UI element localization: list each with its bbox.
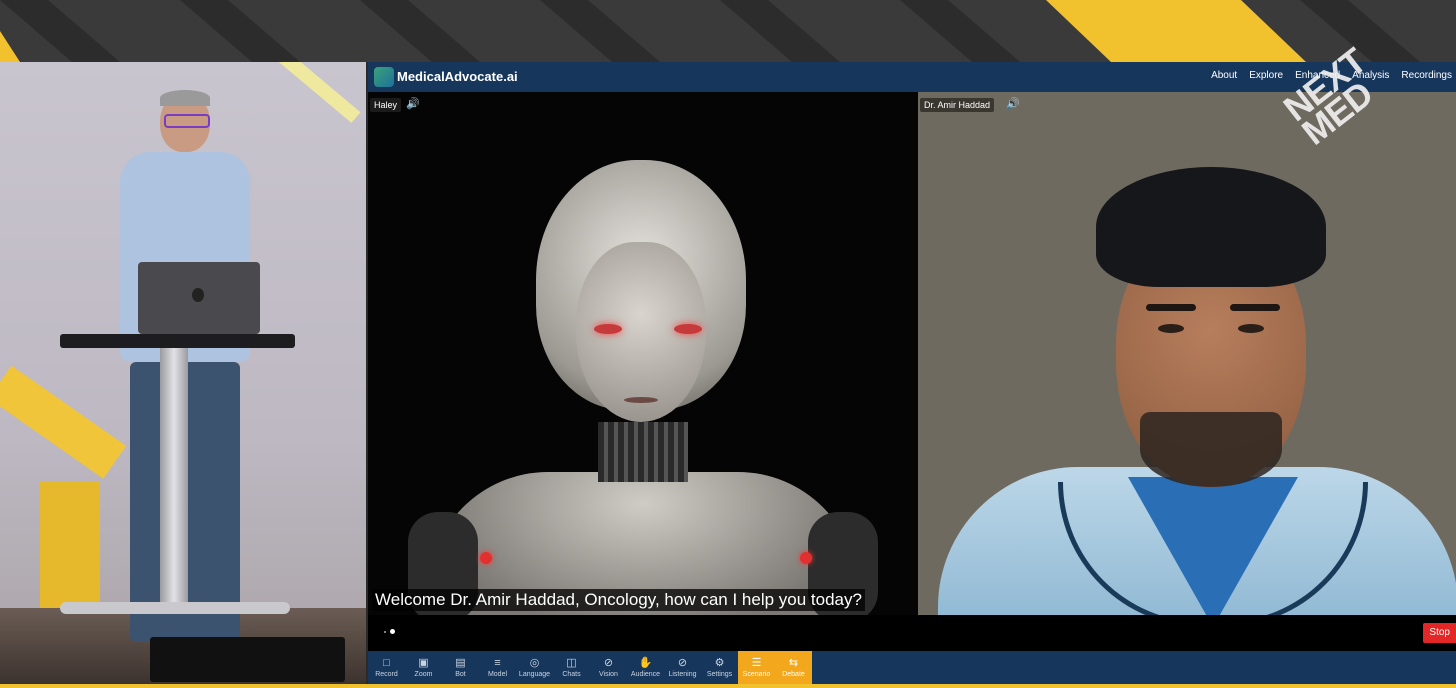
hand-icon: ✋ <box>638 657 653 669</box>
subtitle-caption: Welcome Dr. Amir Haddad, Oncology, how c… <box>372 589 865 611</box>
toolbar-model-button[interactable]: ≡ Model <box>479 651 516 684</box>
robot-eye <box>674 324 702 334</box>
banner-accent <box>1046 0 1306 62</box>
nav-recordings[interactable]: Recordings <box>1401 70 1452 81</box>
podium-pole <box>160 348 188 608</box>
toolbar-label: Settings <box>706 671 733 678</box>
page-dot[interactable] <box>384 631 386 633</box>
speaker-icon[interactable]: 🔊 <box>406 98 420 110</box>
toolbar-scenario-button[interactable]: ☰ Scenario <box>738 651 775 684</box>
banner-chevron <box>360 0 480 62</box>
presenter-hair <box>160 90 210 106</box>
toolbar-label: Vision <box>599 671 618 678</box>
toolbar-label: Debate <box>782 671 805 678</box>
avatar-pane-haley: Haley 🔊 Welcome Dr. Amir Haddad, Oncolog… <box>368 92 918 615</box>
banner-chevron <box>540 0 660 62</box>
toolbar-zoom-button[interactable]: ▣ Zoom <box>405 651 442 684</box>
toolbar-label: Language <box>518 671 551 678</box>
podium-top <box>60 334 295 348</box>
laptop-logo-icon <box>192 288 204 302</box>
app-window: MedicalAdvocate.ai About Explore Enhance… <box>368 40 1456 688</box>
toolbar-record-button[interactable]: □ Record <box>368 651 405 684</box>
bot-icon: ▤ <box>455 657 466 669</box>
avatar-name-label: Haley <box>370 98 402 112</box>
nav-explore[interactable]: Explore <box>1249 70 1283 81</box>
doctor-brow <box>1230 304 1280 311</box>
toolbar-debate-button[interactable]: ⇆ Debate <box>775 651 812 684</box>
toolbar-settings-button[interactable]: ⚙ Settings <box>701 651 738 684</box>
stage-stripe <box>0 365 127 479</box>
toolbar-bot-button[interactable]: ▤ Bot <box>442 651 479 684</box>
app-logo-icon[interactable] <box>374 67 394 87</box>
doctor-brow <box>1146 304 1196 311</box>
toolbar-vision-button[interactable]: ⊘ Vision <box>590 651 627 684</box>
avatar-name-label: Dr. Amir Haddad <box>920 98 995 112</box>
toolbar-label: Model <box>487 671 508 678</box>
doctor-eye <box>1238 324 1264 333</box>
presenter-video <box>0 62 366 688</box>
checklist-icon: ☰ <box>751 657 762 669</box>
toolbar-language-button[interactable]: ◎ Language <box>516 651 553 684</box>
zoom-icon: ▣ <box>418 657 429 669</box>
banner-chevron <box>900 0 1020 62</box>
gear-icon: ⚙ <box>714 657 725 669</box>
stop-button[interactable]: Stop <box>1423 623 1456 643</box>
chat-icon: ◫ <box>566 657 577 669</box>
toolbar-audience-button[interactable]: ✋ Audience <box>627 651 664 684</box>
robot-light <box>800 552 812 564</box>
podium-base <box>60 602 290 614</box>
speaker-icon[interactable]: 🔊 <box>1006 98 1020 110</box>
eye-off-icon: ⊘ <box>603 657 614 669</box>
bottom-toolbar: □ Record ▣ Zoom ▤ Bot ≡ Model ◎ Language ◫ Cha… <box>368 651 1456 684</box>
robot-neck <box>598 422 688 482</box>
video-icon: □ <box>383 657 390 669</box>
ear-off-icon: ⊘ <box>677 657 688 669</box>
stage-stripe <box>259 62 361 123</box>
presenter-glasses <box>164 114 210 128</box>
toolbar-label: Zoom <box>414 671 433 678</box>
doctor-hair <box>1096 167 1326 287</box>
toolbar-label: Record <box>375 671 398 678</box>
stage-bottom-strip <box>0 684 1456 688</box>
robot-mouth <box>624 397 658 403</box>
banner-chevron <box>720 0 840 62</box>
stage-banner <box>0 0 1456 62</box>
sliders-icon: ≡ <box>494 657 501 669</box>
playback-controls: Stop <box>368 615 1456 651</box>
toolbar-label: Scenario <box>742 671 771 678</box>
banner-chevron <box>0 0 120 62</box>
toolbar-label: Chats <box>562 671 581 678</box>
nav-about[interactable]: About <box>1211 70 1237 81</box>
toolbar-label: Listening <box>668 671 697 678</box>
laptop <box>138 262 260 334</box>
toolbar-listening-button[interactable]: ⊘ Listening <box>664 651 701 684</box>
robot-light <box>480 552 492 564</box>
globe-icon: ◎ <box>529 657 540 669</box>
doctor-beard <box>1140 412 1282 487</box>
toolbar-label: Audience <box>630 671 661 678</box>
robot-eye <box>594 324 622 334</box>
avatar-pane-doctor: Dr. Amir Haddad 🔊 <box>918 92 1456 615</box>
debate-icon: ⇆ <box>788 657 799 669</box>
app-title[interactable]: MedicalAdvocate.ai <box>397 69 518 84</box>
doctor-eye <box>1158 324 1184 333</box>
stage-monitor <box>150 637 345 682</box>
toolbar-label: Bot <box>455 671 466 678</box>
page-dot-active[interactable] <box>390 629 395 634</box>
banner-chevron <box>180 0 300 62</box>
toolbar-chats-button[interactable]: ◫ Chats <box>553 651 590 684</box>
